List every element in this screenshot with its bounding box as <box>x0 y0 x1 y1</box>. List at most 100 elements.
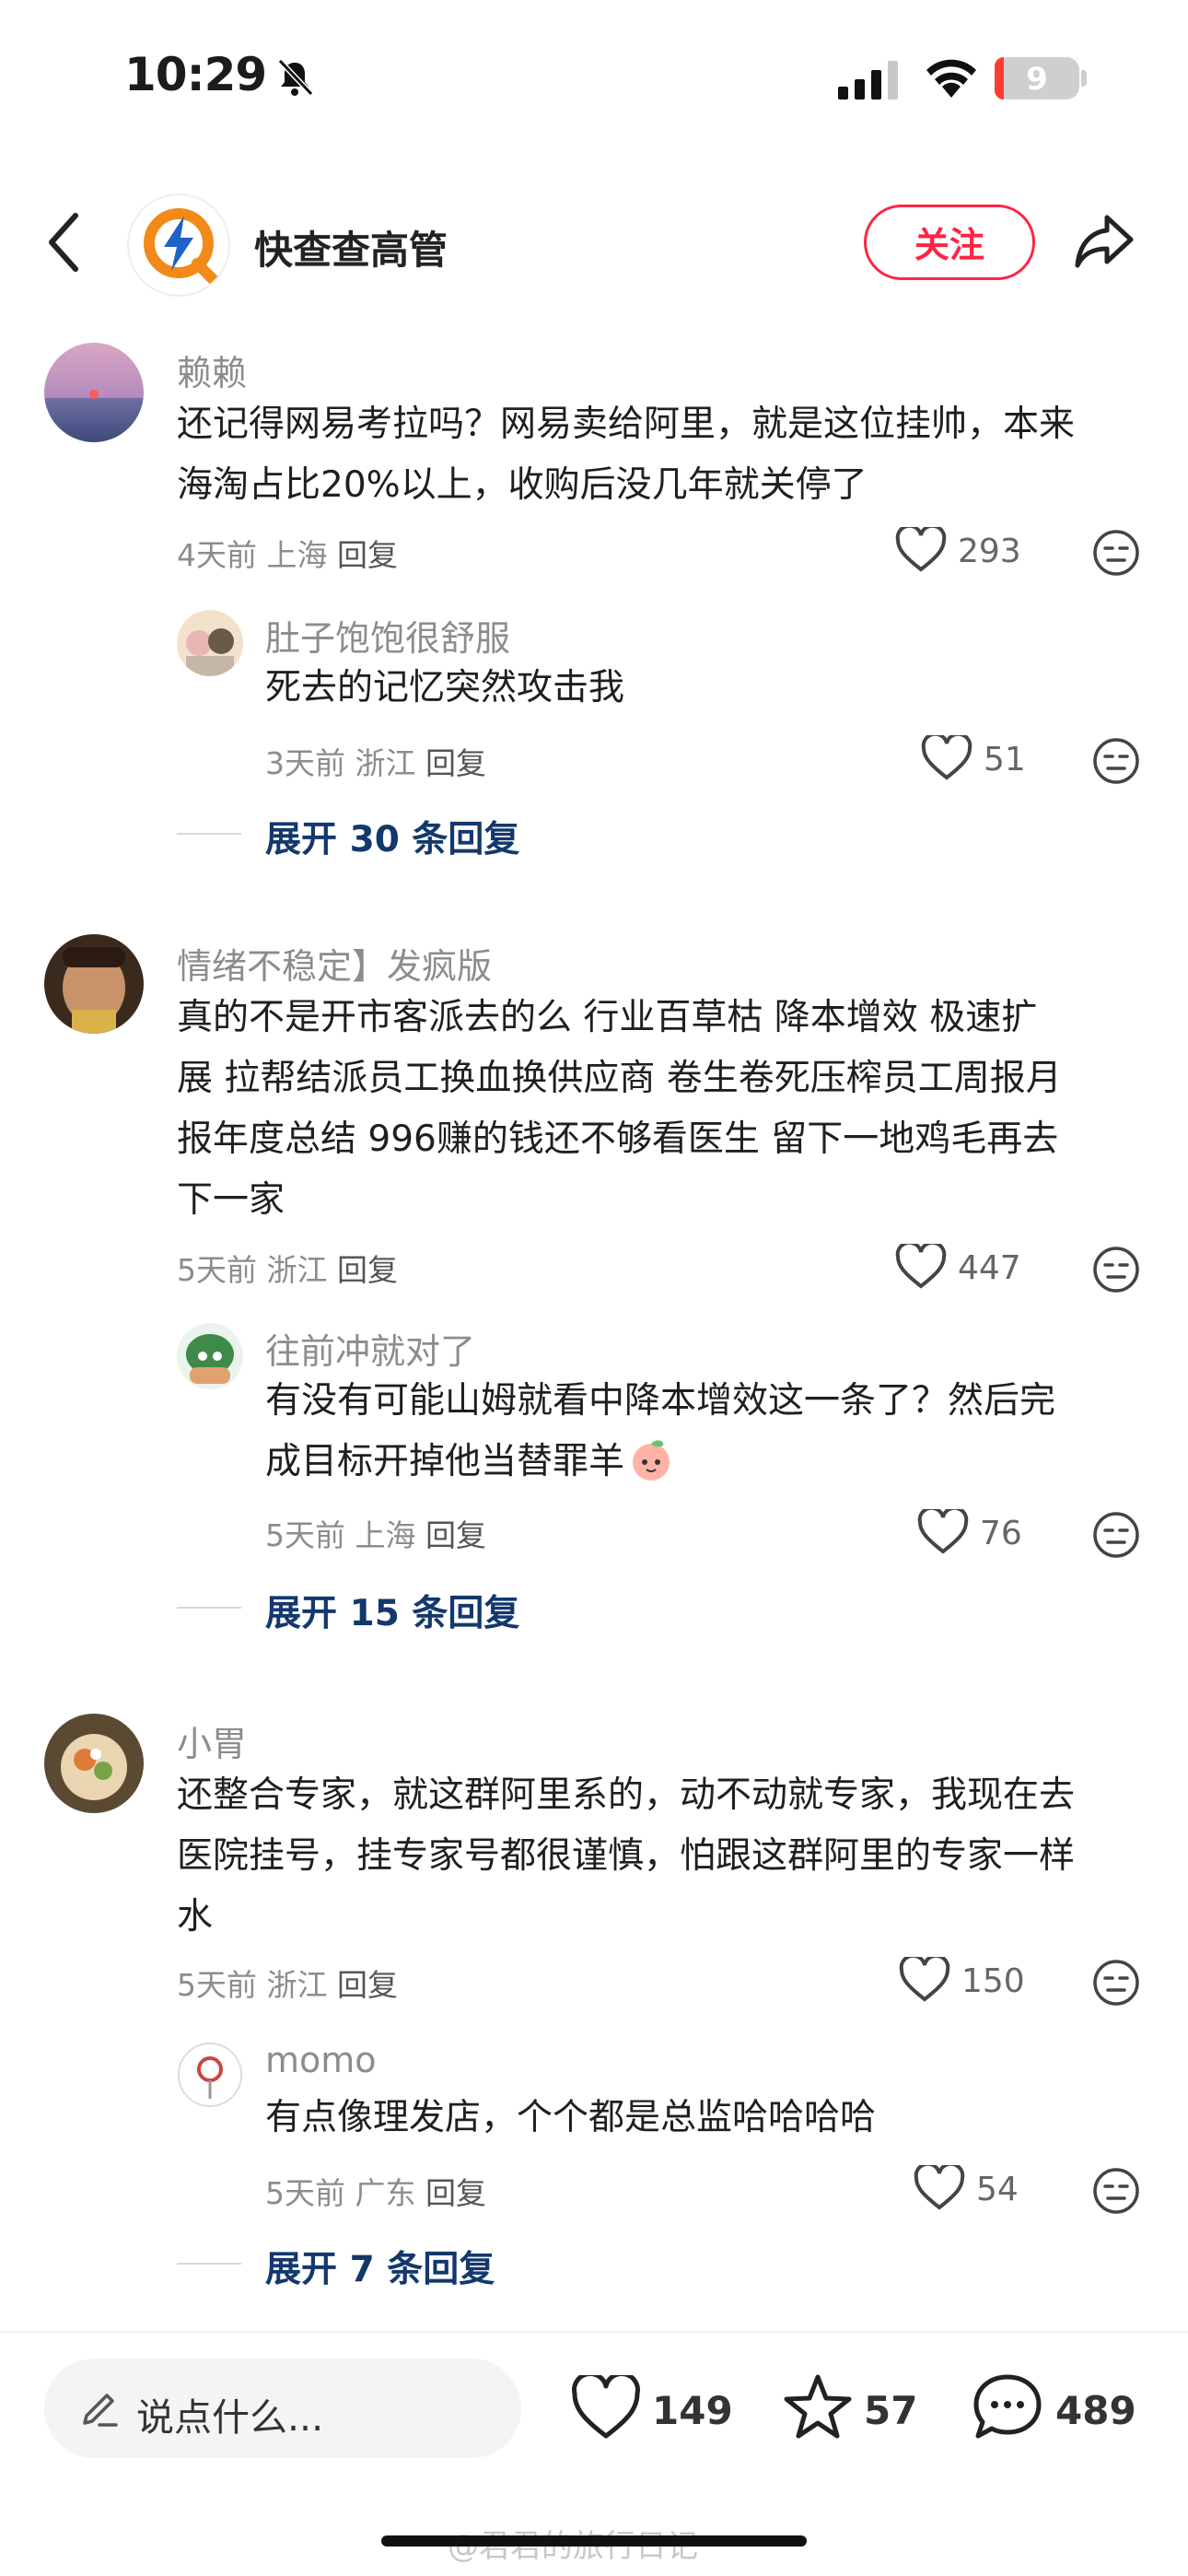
bottom-divider <box>0 2331 1188 2333</box>
dislike-face-icon[interactable] <box>1092 1959 1140 2007</box>
heart-icon[interactable] <box>914 2165 965 2211</box>
reply-line: 死去的记忆突然攻击我 <box>265 667 625 708</box>
heart-icon[interactable] <box>895 527 947 573</box>
comment-time: 5天前 <box>177 1967 257 2003</box>
comment-line: 下一家 <box>177 1179 285 1221</box>
comment-location: 上海 <box>266 537 328 573</box>
comment-time: 4天前 <box>177 537 257 573</box>
status-time: 10:29 <box>124 48 267 101</box>
share-icon[interactable] <box>1072 208 1136 273</box>
comment-line: 报年度总结 996赚的钱还不够看医生 留下一地鸡毛再去 <box>177 1118 1059 1160</box>
reply-button[interactable]: 回复 <box>337 1967 398 2003</box>
comment-line: 展 拉帮结派员工换血换供应商 卷生卷死压榨员工周报月 <box>177 1058 1062 1099</box>
comment-location: 浙江 <box>266 1967 328 2003</box>
dislike-face-icon[interactable] <box>1092 1511 1140 1559</box>
reply-button[interactable]: 回复 <box>337 1252 398 1288</box>
reply-button[interactable]: 回复 <box>337 537 398 573</box>
comment-bubble-icon[interactable] <box>973 2373 1042 2440</box>
follow-button[interactable]: 关注 <box>864 205 1035 280</box>
post-like-count: 149 <box>652 2388 733 2433</box>
back-chevron-icon[interactable] <box>46 210 83 275</box>
comment-meta: 4天前 上海 回复 <box>177 531 398 575</box>
pencil-icon <box>83 2394 118 2427</box>
heart-icon[interactable] <box>921 735 973 781</box>
reply-time: 3天前 <box>265 745 345 781</box>
reply-button[interactable]: 回复 <box>425 745 486 781</box>
dislike-face-icon[interactable] <box>1092 1246 1140 1294</box>
comment-line: 还记得网易考拉吗？网易卖给阿里，就是这位挂帅，本来 <box>177 404 1076 445</box>
reply-time: 5天前 <box>265 1517 345 1553</box>
reply-meta: 5天前 上海 回复 <box>265 1511 486 1555</box>
expand-replies-button[interactable]: 展开 15 条回复 <box>265 1585 519 1636</box>
avatar[interactable] <box>44 934 144 1034</box>
reply-time: 5天前 <box>265 2175 345 2211</box>
like-count: 293 <box>958 533 1021 570</box>
star-icon[interactable] <box>783 2373 853 2440</box>
like-count: 76 <box>980 1515 1022 1552</box>
reply-location: 上海 <box>355 1517 416 1553</box>
comment-line: 真的不是开市客派去的么 行业百草枯 降本增效 极速扩 <box>177 997 1038 1038</box>
heart-icon[interactable] <box>895 1244 947 1290</box>
reply-meta: 3天前 浙江 回复 <box>265 739 486 783</box>
reply-author[interactable]: momo <box>265 2040 377 2080</box>
expand-replies-button[interactable]: 展开 7 条回复 <box>265 2241 495 2292</box>
comment-author[interactable]: 小胃 <box>177 1715 247 1766</box>
comment-text: 还整合专家，就这群阿里系的，动不动就专家，我现在去 医院挂号，挂专家号都很谨慎，… <box>177 1765 1188 1948</box>
avatar[interactable] <box>44 343 144 442</box>
reply-avatar[interactable] <box>177 610 243 676</box>
comment-author[interactable]: 赖赖 <box>177 345 247 395</box>
reply-location: 浙江 <box>355 745 416 781</box>
comment-line: 医院挂号，挂专家号都很谨慎，怕跟这群阿里的专家一样 <box>177 1835 1076 1877</box>
comment-input-placeholder[interactable]: 说点什么... <box>136 2386 323 2441</box>
heart-icon[interactable] <box>899 1957 950 2003</box>
reply-text: 死去的记忆突然攻击我 <box>265 658 1186 719</box>
comment-author[interactable]: 情绪不稳定】发疯版 <box>177 938 492 989</box>
reply-button[interactable]: 回复 <box>425 1517 486 1553</box>
comment-line: 水 <box>177 1896 214 1938</box>
post-star-count: 57 <box>864 2388 918 2433</box>
wifi-icon <box>926 59 976 98</box>
avatar[interactable] <box>44 1714 144 1813</box>
expand-divider <box>177 1607 241 1609</box>
dislike-face-icon[interactable] <box>1092 737 1140 785</box>
comment-location: 浙江 <box>266 1252 328 1288</box>
comment-1: 赖赖 还记得网易考拉吗？网易卖给阿里，就是这位挂帅，本来 海淘占比20%以上，收… <box>0 332 1188 861</box>
like-count: 447 <box>958 1249 1021 1287</box>
reply-avatar[interactable] <box>177 1323 243 1389</box>
reply-meta: 5天前 广东 回复 <box>265 2169 486 2213</box>
dislike-face-icon[interactable] <box>1092 2167 1140 2215</box>
like-count: 150 <box>961 1962 1025 2000</box>
comment-text: 还记得网易考拉吗？网易卖给阿里，就是这位挂帅，本来 海淘占比20%以上，收购后没… <box>177 394 1188 516</box>
reply-line: 有点像理发店，个个都是总监哈哈哈哈 <box>265 2097 877 2138</box>
comment-time: 5天前 <box>177 1252 257 1288</box>
reply-text: 有没有可能山姆就看中降本增效这一条了？然后完 成目标开掉他当替罪羊 <box>265 1371 1186 1493</box>
reply-line: 有没有可能山姆就看中降本增效这一条了？然后完 <box>265 1380 1056 1422</box>
reply-text: 有点像理发店，个个都是总监哈哈哈哈 <box>265 2088 1186 2149</box>
comment-meta: 5天前 浙江 回复 <box>177 1246 398 1290</box>
reply-avatar[interactable] <box>177 2042 243 2108</box>
expand-replies-button[interactable]: 展开 30 条回复 <box>265 811 519 862</box>
dislike-face-icon[interactable] <box>1092 529 1140 577</box>
comment-3: 小胃 还整合专家，就这群阿里系的，动不动就专家，我现在去 医院挂号，挂专家号都很… <box>0 1706 1188 2296</box>
home-indicator[interactable] <box>381 2535 807 2547</box>
account-logo-icon[interactable] <box>127 193 230 297</box>
reply-author[interactable]: 肚子饱饱很舒服 <box>265 610 510 661</box>
like-heart-icon[interactable] <box>571 2375 641 2441</box>
mute-bell-icon <box>277 58 314 97</box>
battery-cap <box>1081 70 1087 87</box>
comment-line: 海淘占比20%以上，收购后没几年就关停了 <box>177 464 868 506</box>
like-count: 51 <box>984 741 1026 779</box>
battery-level: 9 <box>1026 61 1048 98</box>
account-name[interactable]: 快查查高管 <box>254 219 448 275</box>
comment-meta: 5天前 浙江 回复 <box>177 1961 398 2005</box>
like-count: 54 <box>976 2171 1019 2208</box>
heart-icon[interactable] <box>917 1509 969 1555</box>
peach-emoji-icon <box>633 1440 670 1481</box>
reply-location: 广东 <box>355 2175 416 2211</box>
cell-signal-icon <box>838 61 898 100</box>
reply-button[interactable]: 回复 <box>425 2175 486 2211</box>
comment-2: 情绪不稳定】发疯版 真的不是开市客派去的么 行业百草枯 降本增效 极速扩 展 拉… <box>0 925 1188 1644</box>
reply-author[interactable]: 往前冲就对了 <box>265 1323 475 1374</box>
expand-divider <box>177 2263 241 2265</box>
reply-line: 成目标开掉他当替罪羊 <box>265 1432 1186 1493</box>
